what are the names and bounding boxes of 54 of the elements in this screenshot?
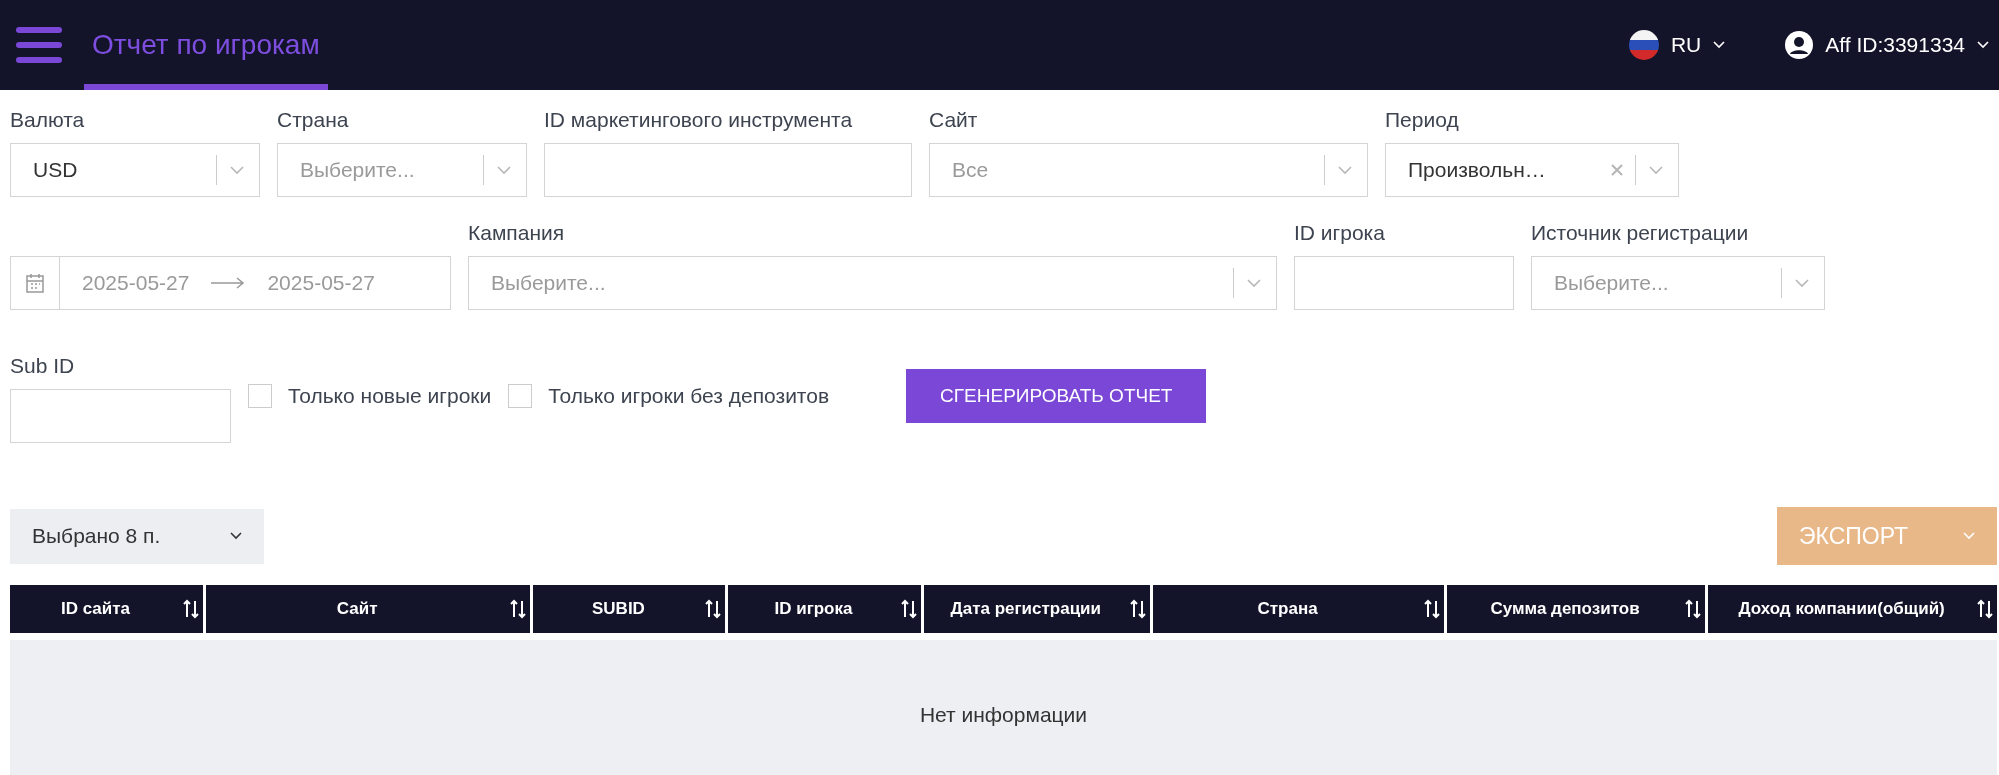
field-label: Кампания (468, 221, 566, 246)
column-header[interactable]: Дата регистрации (923, 585, 1151, 633)
field-label: Источник регистрации (1531, 221, 1750, 246)
field-label: Sub ID (10, 354, 76, 379)
chevron-down-icon (496, 165, 512, 175)
column-header[interactable]: Доход компании(общий) (1708, 585, 1997, 633)
checkbox-label: Только новые игроки (288, 384, 492, 408)
chevron-down-icon (1337, 165, 1353, 175)
calendar-icon (26, 273, 44, 293)
columns-dropdown[interactable]: Выбрано 8 п. (10, 508, 264, 564)
sort-icon[interactable] (900, 599, 917, 619)
chevron-down-icon (230, 532, 242, 540)
sort-icon[interactable] (1423, 599, 1440, 619)
field-label: Период (1385, 108, 1460, 133)
chevron-down-icon (1648, 165, 1664, 175)
chevron-down-icon (1246, 278, 1262, 288)
checkbox-label: Только игроки без депозитов (548, 384, 830, 408)
select-field[interactable]: USD (10, 143, 260, 197)
field-label: Сайт (929, 108, 979, 133)
sort-icon[interactable] (1685, 599, 1702, 619)
column-header[interactable]: SUBID (533, 585, 726, 633)
generate-report-button[interactable]: СГЕНЕРИРОВАТЬ ОТЧЕТ (906, 369, 1207, 423)
chevron-down-icon (1794, 278, 1810, 288)
column-header[interactable]: ID игрока (728, 585, 921, 633)
chevron-down-icon (229, 165, 245, 175)
chevron-down-icon (1963, 532, 1975, 540)
field-label: Страна (277, 108, 350, 133)
column-header[interactable]: ID сайта (10, 585, 203, 633)
input-field[interactable] (544, 143, 912, 197)
sort-icon[interactable] (183, 599, 199, 619)
column-header[interactable]: Сайт (206, 585, 531, 633)
chevron-down-icon (1977, 41, 1989, 49)
sort-icon[interactable] (1130, 599, 1147, 619)
column-header[interactable]: Сумма депозитов (1446, 585, 1706, 633)
flag-icon (1628, 30, 1659, 60)
sort-icon[interactable] (1977, 599, 1993, 619)
column-header[interactable]: Страна (1153, 585, 1444, 633)
sort-icon[interactable] (510, 599, 527, 619)
field-label: Валюта (10, 108, 86, 133)
user-icon (1785, 31, 1814, 59)
select-field[interactable]: Произвольн… (1385, 143, 1679, 197)
input-field[interactable] (10, 389, 231, 443)
checkbox[interactable] (248, 384, 272, 408)
account-menu[interactable]: Aff ID:3391334 (1785, 31, 1989, 59)
language-selector[interactable]: RU (1628, 30, 1726, 60)
field-label: ID игрока (1294, 221, 1386, 246)
chevron-down-icon (1713, 41, 1726, 49)
menu-icon[interactable] (16, 26, 62, 64)
field-label: ID маркетингового инструмента (544, 108, 854, 133)
arrow-right-icon (211, 277, 246, 289)
sort-icon[interactable] (705, 599, 722, 619)
input-field[interactable] (1294, 256, 1514, 310)
checkbox[interactable] (508, 384, 533, 408)
empty-message: Нет информации (919, 703, 1088, 727)
